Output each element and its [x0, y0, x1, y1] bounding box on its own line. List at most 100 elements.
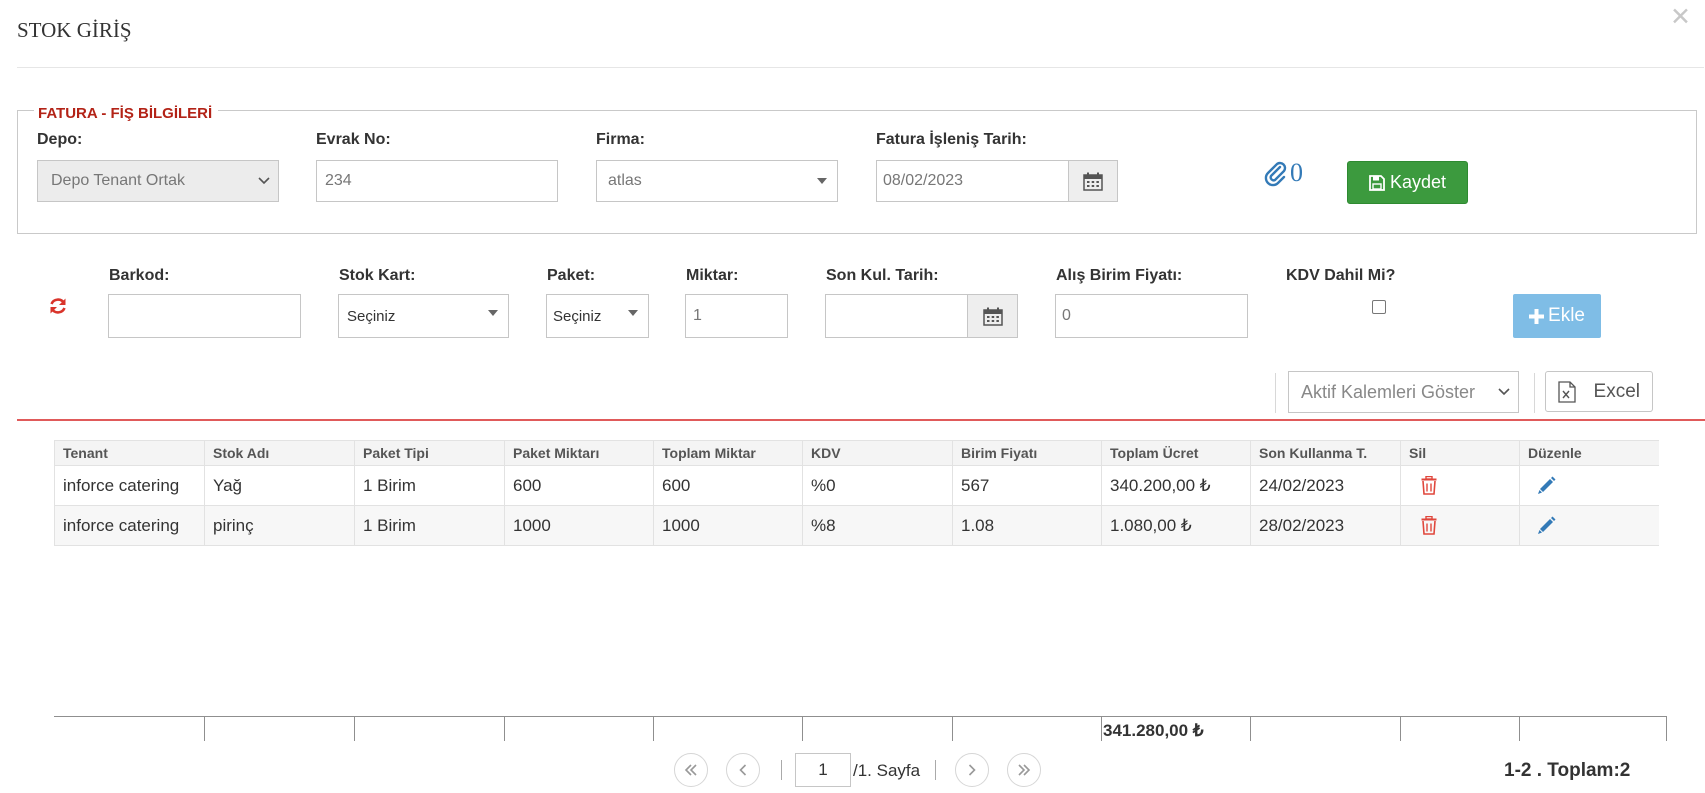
plus-icon [1529, 308, 1545, 324]
stok-kart-label: Stok Kart: [339, 267, 416, 284]
column-header[interactable]: Son Kullanma T. [1251, 441, 1401, 465]
footer-divider [504, 717, 505, 741]
close-icon[interactable]: ✕ [1670, 4, 1691, 30]
add-button[interactable]: Ekle [1513, 294, 1601, 338]
column-header[interactable]: Paket Miktarı [505, 441, 654, 465]
caret-down-icon [817, 178, 827, 184]
header-divider [17, 67, 1704, 68]
page-number-value: 1 [818, 760, 828, 779]
cell-duzenle [1520, 506, 1659, 545]
column-header[interactable]: KDV [803, 441, 953, 465]
cell-kdv: %0 [803, 466, 953, 505]
calendar-icon [1083, 172, 1103, 191]
toolbar-divider [1534, 373, 1535, 413]
calendar-icon [982, 307, 1003, 326]
footer-divider [952, 717, 953, 741]
evrak-label: Evrak No: [316, 131, 391, 148]
footer-divider [1101, 717, 1102, 741]
add-button-label: Ekle [1548, 305, 1585, 326]
evrak-input[interactable]: 234 [316, 160, 558, 202]
tarih-input[interactable]: 08/02/2023 [876, 160, 1069, 202]
pager-divider [781, 760, 782, 780]
column-header[interactable]: Paket Tipi [355, 441, 505, 465]
refresh-button[interactable] [48, 296, 68, 321]
son-kul-input[interactable] [825, 294, 968, 338]
grid-footer [54, 716, 1667, 717]
toolbar-divider [1275, 373, 1276, 413]
chevron-down-icon [1498, 385, 1510, 399]
column-header[interactable]: Toplam Miktar [654, 441, 803, 465]
footer-divider [204, 717, 205, 741]
kdv-label: KDV Dahil Mi? [1286, 267, 1396, 284]
pager-divider [935, 760, 936, 780]
attachment-button[interactable]: 0 [1262, 158, 1303, 188]
last-page-button[interactable] [1007, 753, 1041, 787]
stok-kart-select[interactable]: Seçiniz [338, 294, 509, 338]
paperclip-icon [1264, 161, 1287, 187]
column-header: Sil [1401, 441, 1520, 465]
cell-kdv: %8 [803, 506, 953, 545]
trash-icon[interactable] [1421, 516, 1437, 535]
miktar-input[interactable]: 1 [685, 294, 788, 338]
record-count: 1-2 . Toplam:2 [1504, 760, 1631, 781]
cell-duzenle [1520, 466, 1659, 505]
cell-toplam-ucret: 340.200,00 ₺ [1102, 466, 1251, 505]
items-grid: Tenant Stok Adı Paket Tipi Paket Miktarı… [54, 440, 1659, 546]
trash-icon[interactable] [1421, 476, 1437, 495]
cell-paket-tipi: 1 Birim [355, 466, 505, 505]
pencil-icon[interactable] [1537, 516, 1556, 535]
tarih-input-value: 08/02/2023 [883, 172, 964, 189]
chevron-right-icon [968, 764, 976, 776]
table-row[interactable]: inforce catering pirinç 1 Birim 1000 100… [54, 506, 1659, 546]
double-chevron-right-icon [1018, 764, 1031, 776]
cell-toplam-ucret: 1.080,00 ₺ [1102, 506, 1251, 545]
miktar-input-value: 1 [693, 307, 702, 324]
depo-label: Depo: [37, 131, 83, 148]
depo-select[interactable]: Depo Tenant Ortak [37, 160, 279, 202]
page-number-input[interactable]: 1 [795, 753, 851, 787]
cell-sil [1401, 466, 1520, 505]
double-chevron-left-icon [684, 764, 697, 776]
cell-toplam-miktar: 600 [654, 466, 803, 505]
dialog-title: STOK GİRİŞ [17, 18, 132, 42]
column-header[interactable]: Toplam Ücret [1102, 441, 1251, 465]
cell-birim-fiyati: 567 [953, 466, 1102, 505]
cell-paket-miktari: 600 [505, 466, 654, 505]
chevron-down-icon [258, 174, 270, 188]
cell-sil [1401, 506, 1520, 545]
prev-page-button[interactable] [726, 753, 760, 787]
excel-button[interactable]: Excel [1545, 371, 1653, 412]
son-kul-calendar-button[interactable] [967, 294, 1018, 338]
save-button[interactable]: Kaydet [1347, 161, 1468, 204]
kdv-checkbox[interactable] [1372, 300, 1386, 314]
filter-select[interactable]: Aktif Kalemleri Göster [1288, 371, 1519, 413]
tarih-calendar-button[interactable] [1068, 160, 1118, 202]
next-page-button[interactable] [955, 753, 989, 787]
invoice-legend: FATURA - FİŞ BİLGİLERİ [34, 105, 219, 122]
cell-paket-tipi: 1 Birim [355, 506, 505, 545]
paket-select-value: Seçiniz [553, 307, 602, 325]
stok-kart-select-value: Seçiniz [347, 307, 396, 325]
fiyat-label: Alış Birim Fiyatı: [1056, 267, 1183, 284]
floppy-disk-icon [1369, 174, 1385, 191]
footer-divider [1666, 717, 1667, 741]
miktar-label: Miktar: [686, 267, 739, 284]
column-header[interactable]: Birim Fiyatı [953, 441, 1102, 465]
firma-select[interactable]: atlas [596, 160, 838, 202]
paket-select[interactable]: Seçiniz [546, 294, 649, 338]
page-count-label: /1. Sayfa [853, 761, 921, 780]
fiyat-input[interactable]: 0 [1055, 294, 1248, 338]
son-kul-label: Son Kul. Tarih: [826, 267, 939, 284]
column-header[interactable]: Stok Adı [205, 441, 355, 465]
first-page-button[interactable] [674, 753, 708, 787]
cell-tenant: inforce catering [55, 466, 205, 505]
cell-son-kullanma: 28/02/2023 [1251, 506, 1401, 545]
barkod-input[interactable] [108, 294, 301, 338]
table-row[interactable]: inforce catering Yağ 1 Birim 600 600 %0 … [54, 466, 1659, 506]
column-header[interactable]: Tenant [55, 441, 205, 465]
evrak-input-value: 234 [325, 172, 352, 189]
cell-toplam-miktar: 1000 [654, 506, 803, 545]
pencil-icon[interactable] [1537, 476, 1556, 495]
cell-son-kullanma: 24/02/2023 [1251, 466, 1401, 505]
footer-divider [1519, 717, 1520, 741]
